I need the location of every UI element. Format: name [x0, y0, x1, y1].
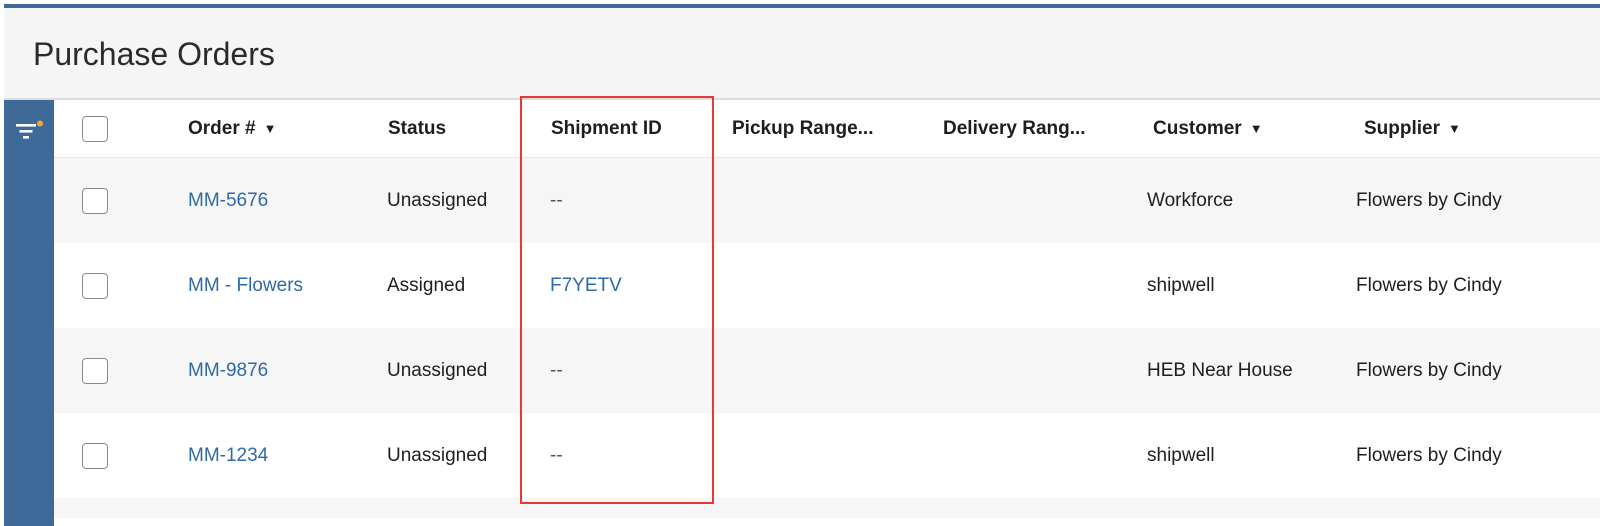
shipment-id-cell: -- — [550, 444, 563, 466]
column-header-supplier-label: Supplier — [1364, 117, 1441, 139]
status-cell: Unassigned — [387, 189, 488, 211]
shipment-id-cell: -- — [550, 359, 563, 381]
column-header-delivery-range: Delivery Rang... — [943, 100, 1086, 157]
column-header-pickup-label: Pickup Range... — [732, 117, 874, 139]
column-header-customer-label: Customer — [1153, 117, 1242, 139]
shipment-id-link[interactable]: F7YETV — [550, 243, 622, 328]
filter-sidebar — [4, 100, 54, 526]
shipment-id-cell: -- — [550, 189, 563, 211]
orders-table: Order # ▼ Status Shipment ID Pickup Rang… — [54, 100, 1600, 518]
column-header-customer[interactable]: Customer ▼ — [1153, 100, 1263, 157]
row-select-cell — [82, 328, 108, 413]
customer-cell: Workforce — [1147, 189, 1234, 211]
supplier-cell: Flowers by Cindy — [1356, 189, 1502, 211]
row-checkbox[interactable] — [82, 357, 108, 384]
table-row: MM - Flowers Assigned F7YETV shipwell Fl… — [54, 243, 1600, 328]
order-number-link[interactable]: MM - Flowers — [188, 243, 303, 328]
status-cell: Assigned — [387, 274, 466, 296]
row-select-cell — [82, 413, 108, 498]
status-cell: Unassigned — [387, 359, 488, 381]
table-row-partial — [54, 498, 1600, 518]
supplier-cell: Flowers by Cindy — [1356, 359, 1502, 381]
column-header-supplier[interactable]: Supplier ▼ — [1364, 100, 1461, 157]
table-row: MM-1234 Unassigned -- shipwell Flowers b… — [54, 413, 1600, 498]
table-header: Order # ▼ Status Shipment ID Pickup Rang… — [54, 100, 1600, 158]
column-header-status-label: Status — [388, 117, 447, 139]
page-header: Purchase Orders — [4, 8, 1600, 100]
customer-cell: shipwell — [1147, 444, 1215, 466]
order-number-link[interactable]: MM-1234 — [188, 413, 268, 498]
supplier-cell: Flowers by Cindy — [1356, 444, 1502, 466]
row-select-cell — [82, 158, 108, 243]
sort-caret-icon[interactable]: ▼ — [1448, 121, 1461, 136]
purchase-orders-view: Purchase Orders Order # ▼ Status Shipmen… — [4, 4, 1600, 526]
filter-button[interactable] — [14, 120, 44, 144]
select-all-cell — [82, 100, 108, 157]
sort-caret-icon[interactable]: ▼ — [1250, 121, 1263, 136]
column-header-status: Status — [388, 100, 446, 157]
column-header-pickup-range: Pickup Range... — [732, 100, 873, 157]
customer-cell: HEB Near House — [1147, 359, 1293, 381]
column-header-delivery-label: Delivery Rang... — [943, 117, 1086, 139]
column-header-order[interactable]: Order # ▼ — [188, 100, 276, 157]
column-header-shipment-id: Shipment ID — [551, 100, 662, 157]
row-checkbox[interactable] — [82, 187, 108, 214]
table-row: MM-5676 Unassigned -- Workforce Flowers … — [54, 158, 1600, 243]
page-title: Purchase Orders — [33, 36, 275, 72]
status-cell: Unassigned — [387, 444, 488, 466]
sort-caret-icon[interactable]: ▼ — [264, 121, 277, 136]
column-header-order-label: Order # — [188, 117, 256, 139]
order-number-link[interactable]: MM-5676 — [188, 158, 268, 243]
order-number-link[interactable]: MM-9876 — [188, 328, 268, 413]
row-checkbox[interactable] — [82, 442, 108, 469]
supplier-cell: Flowers by Cindy — [1356, 274, 1502, 296]
row-checkbox[interactable] — [82, 272, 108, 299]
row-select-cell — [82, 243, 108, 328]
select-all-checkbox[interactable] — [82, 115, 108, 142]
customer-cell: shipwell — [1147, 274, 1215, 296]
table-row: MM-9876 Unassigned -- HEB Near House Flo… — [54, 328, 1600, 413]
column-header-shipment-label: Shipment ID — [551, 117, 662, 139]
filter-icon — [16, 120, 43, 139]
